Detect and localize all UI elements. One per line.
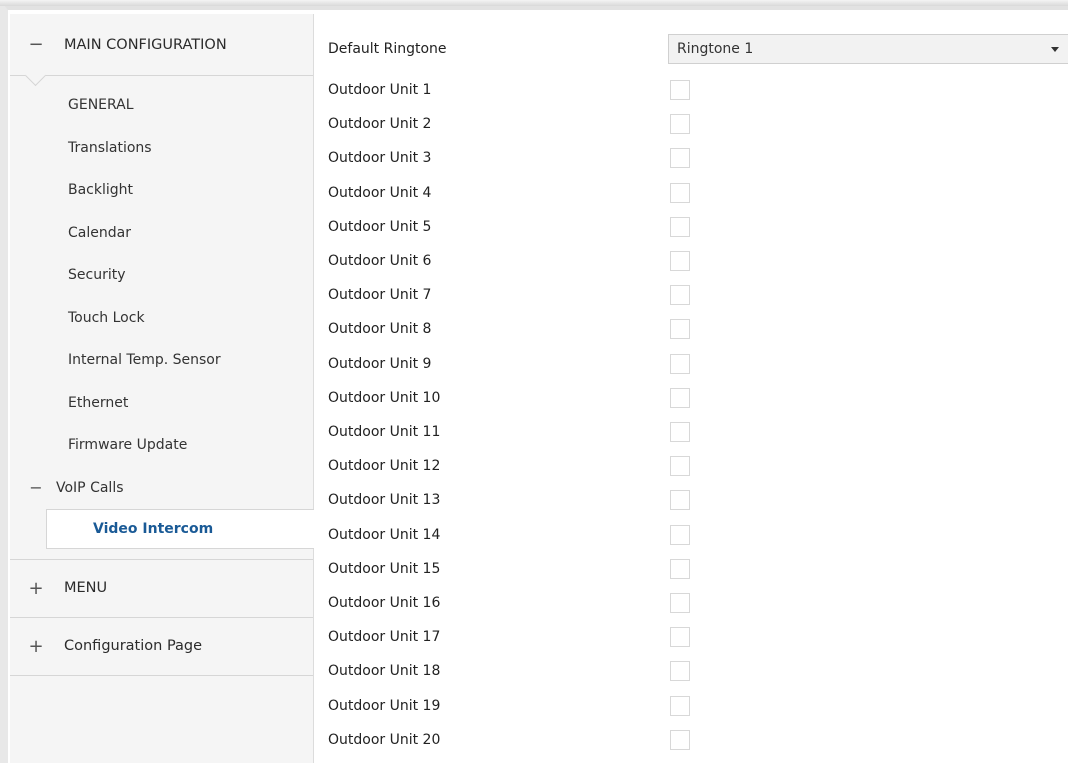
outdoor-unit-checkbox[interactable] xyxy=(670,558,690,579)
sidebar-item-general[interactable]: GENERAL xyxy=(10,84,313,127)
collapse-icon[interactable]: − xyxy=(26,478,46,497)
outdoor-unit-checkbox[interactable] xyxy=(670,661,690,682)
outdoor-unit-checkbox[interactable] xyxy=(670,148,690,169)
outdoor-unit-checkbox[interactable] xyxy=(670,422,690,442)
outdoor-unit-row: Outdoor Unit 16 xyxy=(328,588,1058,618)
collapse-icon[interactable]: − xyxy=(26,34,46,55)
outdoor-unit-row: Outdoor Unit 18 xyxy=(328,656,1058,686)
sidebar-item-firmware-update[interactable]: Firmware Update xyxy=(10,424,313,467)
outdoor-unit-row: Outdoor Unit 1 xyxy=(328,75,1058,105)
group-label: Configuration Page xyxy=(64,638,203,654)
outdoor-unit-label: Outdoor Unit 8 xyxy=(328,321,432,338)
outdoor-unit-label: Outdoor Unit 7 xyxy=(328,287,432,304)
default-ringtone-value: Ringtone 1 xyxy=(677,41,754,57)
outdoor-unit-checkbox[interactable] xyxy=(670,695,690,716)
outdoor-unit-row: Outdoor Unit 13 xyxy=(328,485,1058,515)
chevron-down-icon xyxy=(1051,47,1059,52)
outdoor-unit-row: Outdoor Unit 14 xyxy=(328,520,1058,550)
outdoor-unit-checkbox[interactable] xyxy=(670,80,690,100)
outdoor-unit-label: Outdoor Unit 3 xyxy=(328,150,432,167)
outdoor-unit-checkbox[interactable] xyxy=(670,490,690,511)
outdoor-unit-row: Outdoor Unit 20 xyxy=(328,725,1058,755)
outdoor-unit-label: Outdoor Unit 5 xyxy=(328,218,432,235)
group-configuration-page[interactable]: + Configuration Page xyxy=(10,617,313,676)
outdoor-unit-label: Outdoor Unit 1 xyxy=(328,82,432,98)
outdoor-unit-row: Outdoor Unit 8 xyxy=(328,314,1058,344)
outdoor-unit-row: Outdoor Unit 17 xyxy=(328,622,1058,652)
sidebar-item-calendar[interactable]: Calendar xyxy=(10,212,313,255)
outdoor-unit-checkbox[interactable] xyxy=(670,524,690,545)
outdoor-unit-checkbox[interactable] xyxy=(670,456,690,477)
sidebar-item-touch-lock[interactable]: Touch Lock xyxy=(10,297,313,340)
group-label: MENU xyxy=(64,580,108,596)
outdoor-unit-label: Outdoor Unit 14 xyxy=(328,526,441,543)
expand-icon[interactable]: + xyxy=(26,636,46,657)
outdoor-unit-label: Outdoor Unit 2 xyxy=(328,116,432,133)
sidebar-item-internal-temp-sensor[interactable]: Internal Temp. Sensor xyxy=(10,339,313,382)
outdoor-unit-label: Outdoor Unit 11 xyxy=(328,424,441,440)
outdoor-unit-checkbox[interactable] xyxy=(670,285,690,306)
outdoor-unit-checkbox[interactable] xyxy=(670,593,690,613)
outdoor-unit-checkbox[interactable] xyxy=(670,251,690,271)
sidebar-item-voip-calls[interactable]: − VoIP Calls xyxy=(10,467,313,509)
default-ringtone-label: Default Ringtone xyxy=(328,41,447,57)
expand-icon[interactable]: + xyxy=(26,578,46,599)
outdoor-unit-row: Outdoor Unit 5 xyxy=(328,212,1058,242)
outdoor-unit-label: Outdoor Unit 16 xyxy=(328,595,441,611)
outdoor-unit-label: Outdoor Unit 17 xyxy=(328,629,441,646)
sidebar-item-translations[interactable]: Translations xyxy=(10,127,313,170)
sidebar-item-backlight[interactable]: Backlight xyxy=(10,169,313,212)
outdoor-unit-label: Outdoor Unit 18 xyxy=(328,663,441,680)
outdoor-unit-row: Outdoor Unit 9 xyxy=(328,349,1058,379)
group-main-configuration[interactable]: − MAIN CONFIGURATION xyxy=(10,14,313,76)
outdoor-unit-row: Outdoor Unit 11 xyxy=(328,417,1058,447)
outdoor-unit-row: Outdoor Unit 6 xyxy=(328,246,1058,276)
main-configuration-items: GENERAL Translations Backlight Calendar … xyxy=(10,76,316,560)
outdoor-unit-row: Outdoor Unit 7 xyxy=(328,280,1058,310)
outdoor-unit-row: Outdoor Unit 3 xyxy=(328,143,1058,173)
default-ringtone-row: Default Ringtone Ringtone 1 xyxy=(328,34,1068,64)
outdoor-unit-checkbox[interactable] xyxy=(670,216,690,237)
default-ringtone-select[interactable]: Ringtone 1 xyxy=(668,34,1068,64)
outdoor-unit-row: Outdoor Unit 10 xyxy=(328,383,1058,413)
outdoor-unit-label: Outdoor Unit 13 xyxy=(328,492,441,509)
sidebar-item-label: VoIP Calls xyxy=(56,479,124,496)
outdoor-unit-label: Outdoor Unit 12 xyxy=(328,458,441,475)
outdoor-unit-checkbox[interactable] xyxy=(670,182,690,203)
outdoor-unit-row: Outdoor Unit 2 xyxy=(328,109,1058,139)
sidebar-item-video-intercom[interactable]: Video Intercom xyxy=(46,508,316,549)
group-label: MAIN CONFIGURATION xyxy=(64,36,227,53)
outdoor-unit-row: Outdoor Unit 15 xyxy=(328,554,1058,584)
outdoor-unit-label: Outdoor Unit 4 xyxy=(328,184,432,201)
outdoor-unit-checkbox[interactable] xyxy=(670,114,690,135)
outdoor-unit-checkbox[interactable] xyxy=(670,319,690,340)
outdoor-unit-label: Outdoor Unit 10 xyxy=(328,389,441,406)
outdoor-unit-checkbox[interactable] xyxy=(670,627,690,648)
sidebar: − MAIN CONFIGURATION GENERAL Translation… xyxy=(10,14,316,763)
group-menu[interactable]: + MENU xyxy=(10,559,313,618)
outdoor-unit-checkbox[interactable] xyxy=(670,353,690,374)
outdoor-unit-label: Outdoor Unit 6 xyxy=(328,253,432,269)
sidebar-item-security[interactable]: Security xyxy=(10,254,313,297)
outdoor-unit-row: Outdoor Unit 19 xyxy=(328,691,1058,721)
outdoor-unit-row: Outdoor Unit 4 xyxy=(328,178,1058,208)
outdoor-unit-label: Outdoor Unit 15 xyxy=(328,560,441,577)
outdoor-unit-checkbox[interactable] xyxy=(670,387,690,408)
outdoor-unit-label: Outdoor Unit 9 xyxy=(328,355,432,372)
outdoor-unit-label: Outdoor Unit 20 xyxy=(328,731,441,748)
settings-panel: Default Ringtone Ringtone 1 Outdoor Unit… xyxy=(314,14,1068,763)
sidebar-item-ethernet[interactable]: Ethernet xyxy=(10,382,313,425)
outdoor-unit-row: Outdoor Unit 12 xyxy=(328,451,1058,481)
outdoor-unit-checkbox[interactable] xyxy=(670,729,690,750)
outdoor-unit-label: Outdoor Unit 19 xyxy=(328,697,441,714)
